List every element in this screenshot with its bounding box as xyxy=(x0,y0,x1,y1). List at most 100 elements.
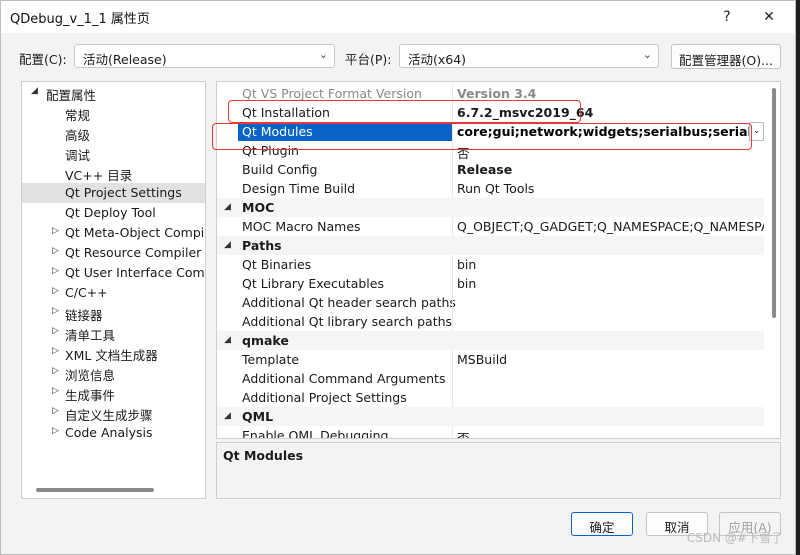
category-row[interactable]: ◢ MOC xyxy=(217,198,764,217)
column-divider xyxy=(452,274,453,293)
column-divider xyxy=(452,388,453,407)
expand-triangle-icon[interactable]: ▷ xyxy=(52,406,59,416)
expand-triangle-icon[interactable]: ▷ xyxy=(52,346,59,356)
vertical-scrollbar[interactable] xyxy=(772,88,776,318)
property-value[interactable]: MSBuild xyxy=(457,352,764,367)
property-row[interactable]: Additional Command Arguments xyxy=(217,369,764,388)
tree-item[interactable]: ▷ Qt User Interface Compiler xyxy=(22,263,205,283)
tree-root-label: 配置属性 xyxy=(46,88,97,103)
help-button[interactable]: ? xyxy=(713,4,741,30)
property-name: Qt VS Project Format Version xyxy=(242,86,422,101)
property-row[interactable]: Qt Binaries bin xyxy=(217,255,764,274)
property-value[interactable]: bin xyxy=(457,257,764,272)
tree-item[interactable]: ▷ XML 文档生成器 xyxy=(22,343,205,363)
horizontal-scrollbar[interactable] xyxy=(36,488,154,492)
property-value[interactable]: 否 xyxy=(457,428,764,438)
property-row[interactable]: Additional Qt header search paths xyxy=(217,293,764,312)
column-divider xyxy=(452,369,453,388)
tree-item[interactable]: ▷ 自定义生成步骤 xyxy=(22,403,205,423)
property-name: Additional Command Arguments xyxy=(242,371,446,386)
close-button[interactable]: ✕ xyxy=(755,4,783,30)
tree-item[interactable]: Qt Deploy Tool xyxy=(22,203,205,223)
column-divider xyxy=(452,426,453,438)
property-row[interactable]: Additional Project Settings xyxy=(217,388,764,407)
property-name: Qt Library Executables xyxy=(242,276,384,291)
tree-item[interactable]: Qt Project Settings xyxy=(22,183,205,203)
tree-item-label: 清单工具 xyxy=(65,328,116,343)
column-divider xyxy=(452,255,453,274)
expand-triangle-icon[interactable]: ▷ xyxy=(52,426,59,436)
category-row[interactable]: ◢ QML xyxy=(217,407,764,426)
tree-item-label: C/C++ xyxy=(65,285,108,300)
expand-triangle-icon[interactable]: ▷ xyxy=(52,266,59,276)
expand-triangle-icon[interactable]: ▷ xyxy=(52,366,59,376)
tree-item-label: Qt Meta-Object Compiler xyxy=(65,225,206,240)
collapse-triangle-icon[interactable]: ◢ xyxy=(224,240,231,250)
window-title: QDebug_v_1_1 属性页 xyxy=(10,12,150,27)
tree-item[interactable]: 常规 xyxy=(22,103,205,123)
collapse-triangle-icon[interactable]: ◢ xyxy=(224,335,231,345)
tree-item[interactable]: ▷ 浏览信息 xyxy=(22,363,205,383)
property-row[interactable]: Additional Qt library search paths xyxy=(217,312,764,331)
expand-triangle-icon[interactable]: ▷ xyxy=(52,386,59,396)
chevron-down-icon: ⌄ xyxy=(642,48,652,61)
tree-root-configuration-properties[interactable]: ◢ 配置属性 xyxy=(22,83,205,103)
property-name: MOC Macro Names xyxy=(242,219,361,234)
tree-item-label: 生成事件 xyxy=(65,388,116,403)
property-row[interactable]: MOC Macro Names Q_OBJECT;Q_GADGET;Q_NAMES… xyxy=(217,217,764,236)
property-row[interactable]: Template MSBuild xyxy=(217,350,764,369)
category-row[interactable]: ◢ qmake xyxy=(217,331,764,350)
tree-item-label: 链接器 xyxy=(65,308,103,323)
property-pages-dialog: QDebug_v_1_1 属性页 ? ✕ 配置(C): 活动(Release) … xyxy=(0,0,796,555)
tree-item[interactable]: ▷ Qt Resource Compiler xyxy=(22,243,205,263)
configuration-bar: 配置(C): 活动(Release) ⌄ 平台(P): 活动(x64) ⌄ 配置… xyxy=(1,41,795,71)
collapse-triangle-icon[interactable]: ◢ xyxy=(224,202,231,212)
configuration-manager-button[interactable]: 配置管理器(O)... xyxy=(671,44,781,69)
tree-item[interactable]: VC++ 目录 xyxy=(22,163,205,183)
configuration-select[interactable]: 活动(Release) ⌄ xyxy=(74,44,335,68)
property-row[interactable]: Design Time Build Run Qt Tools xyxy=(217,179,764,198)
property-value[interactable]: Run Qt Tools xyxy=(457,181,764,196)
tree-item-label: 常规 xyxy=(65,108,91,123)
property-row[interactable]: Enable QML Debugging 否 xyxy=(217,426,764,438)
expand-triangle-icon[interactable]: ▷ xyxy=(52,306,59,316)
property-row[interactable]: Build Config Release xyxy=(217,160,764,179)
category-row[interactable]: ◢ Paths xyxy=(217,236,764,255)
title-bar: QDebug_v_1_1 属性页 ? ✕ xyxy=(1,1,795,33)
platform-value: 活动(x64) xyxy=(408,52,467,67)
column-divider xyxy=(452,312,453,331)
column-divider xyxy=(452,293,453,312)
property-name: Design Time Build xyxy=(242,181,356,196)
description-panel: Qt Modules xyxy=(216,442,781,499)
property-value[interactable]: Release xyxy=(457,162,764,177)
property-value[interactable]: bin xyxy=(457,276,764,291)
property-value[interactable]: Q_OBJECT;Q_GADGET;Q_NAMESPACE;Q_NAMESPAC… xyxy=(457,219,764,234)
expand-triangle-icon[interactable]: ▷ xyxy=(52,286,59,296)
platform-select[interactable]: 活动(x64) ⌄ xyxy=(399,44,659,68)
background-editor-edge xyxy=(796,0,800,555)
tree-item[interactable]: ▷ 生成事件 xyxy=(22,383,205,403)
tree-item[interactable]: ▷ C/C++ xyxy=(22,283,205,303)
tree-item[interactable]: 调试 xyxy=(22,143,205,163)
tree-item-label: 浏览信息 xyxy=(65,368,116,383)
tree-item[interactable]: ▷ 清单工具 xyxy=(22,323,205,343)
expanded-triangle-icon: ◢ xyxy=(31,86,38,96)
tree-item-label: Qt Resource Compiler xyxy=(65,245,202,260)
expand-triangle-icon[interactable]: ▷ xyxy=(52,226,59,236)
property-name: Qt Binaries xyxy=(242,257,312,272)
property-row[interactable]: Qt Library Executables bin xyxy=(217,274,764,293)
tree-item-label: Qt Deploy Tool xyxy=(65,205,156,220)
expand-triangle-icon[interactable]: ▷ xyxy=(52,326,59,336)
annotation-box-qt-modules xyxy=(212,123,752,150)
category-name: qmake xyxy=(242,333,289,348)
tree-item-label: Qt Project Settings xyxy=(65,185,182,200)
collapse-triangle-icon[interactable]: ◢ xyxy=(224,411,231,421)
tree-item[interactable]: ▷ Qt Meta-Object Compiler xyxy=(22,223,205,243)
property-value[interactable]: Version 3.4 xyxy=(457,86,764,101)
tree-item[interactable]: 高级 xyxy=(22,123,205,143)
ok-button[interactable]: 确定 xyxy=(571,512,633,536)
expand-triangle-icon[interactable]: ▷ xyxy=(52,246,59,256)
tree-item[interactable]: ▷ Code Analysis xyxy=(22,423,205,443)
tree-item[interactable]: ▷ 链接器 xyxy=(22,303,205,323)
category-name: Paths xyxy=(242,238,282,253)
